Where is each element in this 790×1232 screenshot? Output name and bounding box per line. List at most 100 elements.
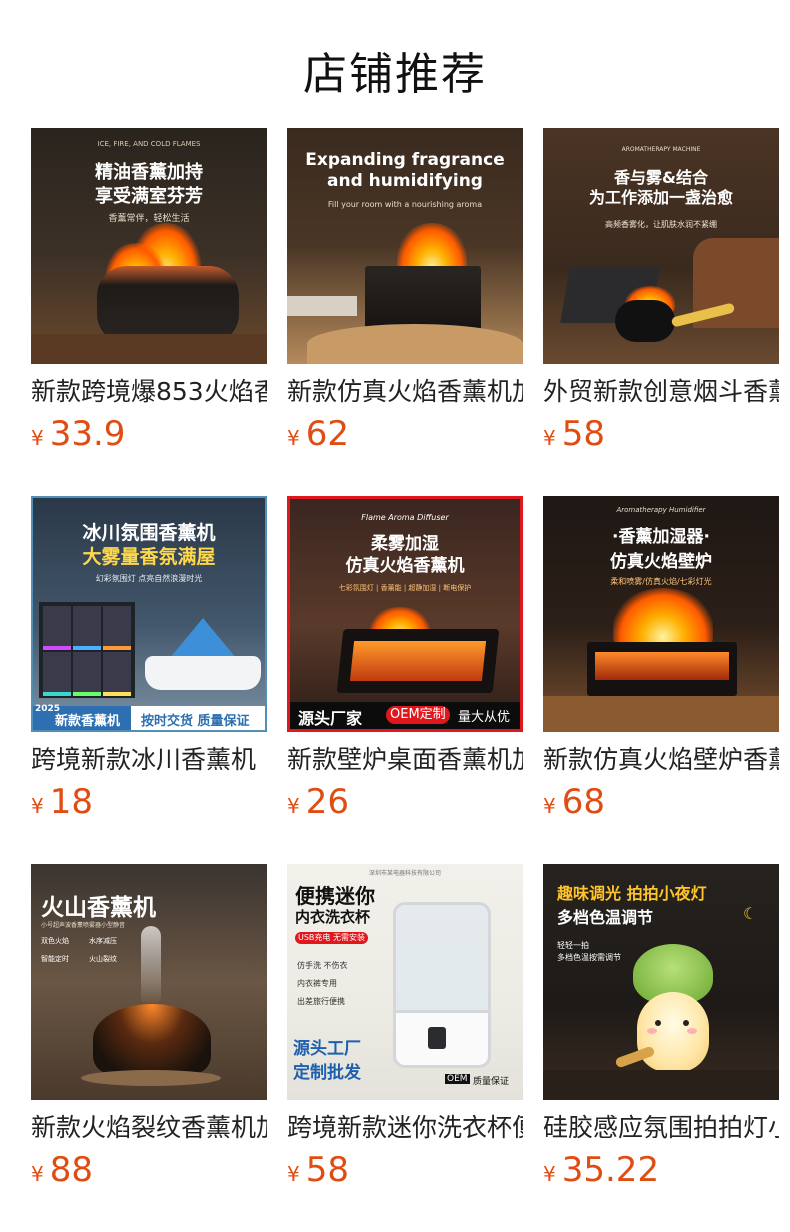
- color-variants-grid: [39, 602, 135, 698]
- oem-badge: OEM: [445, 1074, 470, 1084]
- product-card[interactable]: Aromatherapy Humidifier ·香薰加湿器· 仿真火焰壁炉 柔…: [543, 496, 779, 826]
- product-card[interactable]: 深圳市某电器科技有限公司 便携迷你 内衣洗衣杯 USB充电 无需安装 仿手洗 不…: [287, 864, 523, 1194]
- diffuser-device: [97, 266, 239, 344]
- product-card[interactable]: ICE, FIRE, AND COLD FLAMES 精油香薰加持 享受满室芬芳…: [31, 128, 267, 458]
- poster-headline-2: 仿真火焰香薰机: [345, 556, 465, 576]
- product-price: ¥18: [31, 784, 267, 826]
- product-image[interactable]: 火山香薰机 小号超声波香薰喷雾器小型静音 双色火焰 水序减压 智能定时 火山裂纹: [31, 864, 267, 1100]
- poster-headline: Expanding fragrance: [305, 150, 505, 170]
- product-name[interactable]: 硅胶感应氛围拍拍灯小夜灯: [543, 1112, 779, 1144]
- product-name[interactable]: 新款仿真火焰香薰机加湿器: [287, 376, 523, 408]
- product-price: ¥88: [31, 1152, 267, 1194]
- currency-symbol: ¥: [543, 426, 556, 450]
- product-card[interactable]: 趣味调光 拍拍小夜灯 多档色温调节 ☾ 轻轻一拍 多档色温按需调节 硅胶感应氛围…: [543, 864, 779, 1194]
- quality-badge: 质量保证: [473, 1077, 510, 1087]
- poster-kicker: ICE, FIRE, AND COLD FLAMES: [97, 140, 201, 148]
- product-image[interactable]: Expanding fragrance and humidifying Fill…: [287, 128, 523, 364]
- price-value: 58: [305, 1150, 349, 1190]
- poster-subtitle: 香薰常伴，轻松生活: [108, 214, 190, 224]
- price-value: 62: [305, 414, 349, 454]
- product-card[interactable]: 冰川氛围香薰机 大雾量香氛满屋 幻彩氛围灯 点亮自然浪漫时光 2025 新款香薰…: [31, 496, 267, 826]
- currency-symbol: ¥: [31, 794, 44, 818]
- poster-headline-2: 内衣洗衣杯: [295, 908, 371, 926]
- product-image[interactable]: ICE, FIRE, AND COLD FLAMES 精油香薰加持 享受满室芬芳…: [31, 128, 267, 364]
- diffuser-device: [145, 656, 261, 690]
- washer-device: [393, 902, 491, 1068]
- poster-subtitle-2: 多档色温按需调节: [557, 953, 621, 962]
- feature-2: 水序减压: [89, 937, 117, 945]
- price-value: 33.9: [49, 414, 126, 454]
- price-value: 58: [561, 414, 605, 454]
- poster-headline-2: and humidifying: [327, 171, 483, 191]
- product-name[interactable]: 新款壁炉桌面香薰机加湿器: [287, 744, 523, 776]
- bullet-3: 出差旅行便携: [297, 997, 345, 1006]
- product-name[interactable]: 新款火焰裂纹香薰机加湿器: [31, 1112, 267, 1144]
- product-name[interactable]: 新款仿真火焰壁炉香薰机: [543, 744, 779, 776]
- price-value: 18: [49, 782, 93, 822]
- poster-subtitle: Fill your room with a nourishing aroma: [327, 200, 483, 209]
- moon-icon: ☾: [743, 904, 758, 923]
- product-image[interactable]: AROMATHERAPY MACHINE 香与雾&结合 为工作添加一盏治愈 高频…: [543, 128, 779, 364]
- poster-kicker: AROMATHERAPY MACHINE: [621, 146, 701, 153]
- poster-headline: 便携迷你: [295, 884, 375, 908]
- product-image[interactable]: 深圳市某电器科技有限公司 便携迷你 内衣洗衣杯 USB充电 无需安装 仿手洗 不…: [287, 864, 523, 1100]
- poster-kicker: Flame Aroma Diffuser: [361, 513, 449, 522]
- price-value: 35.22: [561, 1150, 660, 1190]
- product-image[interactable]: 趣味调光 拍拍小夜灯 多档色温调节 ☾ 轻轻一拍 多档色温按需调节: [543, 864, 779, 1100]
- product-card[interactable]: 火山香薰机 小号超声波香薰喷雾器小型静音 双色火焰 水序减压 智能定时 火山裂纹…: [31, 864, 267, 1194]
- poster-subtitle: 高频香雾化，让肌肤水润不紧绷: [605, 220, 717, 229]
- poster-headline-2: 大雾量香氛满屋: [82, 546, 216, 568]
- custom-tag: 定制批发: [293, 1063, 361, 1083]
- product-price: ¥58: [287, 1152, 523, 1194]
- poster-headline: ·香薰加湿器·: [612, 527, 710, 547]
- poster-kicker: Aromatherapy Humidifier: [616, 506, 706, 514]
- product-price: ¥68: [543, 784, 779, 826]
- poster-headline-2: 多档色温调节: [557, 908, 654, 927]
- currency-symbol: ¥: [543, 1162, 556, 1186]
- promo-tag-2: 按时交货 质量保证: [141, 714, 250, 729]
- product-price: ¥62: [287, 416, 523, 458]
- feature-1: 双色火焰: [41, 937, 69, 945]
- feature-3: 智能定时: [41, 955, 69, 963]
- promo-tag: 新款香薰机: [55, 714, 121, 729]
- poster-headline-2: 为工作添加一盏治愈: [588, 188, 733, 207]
- poster-headline: 精油香薰加持: [95, 162, 203, 183]
- promo-tag: 源头厂家: [298, 709, 363, 728]
- poster-subtitle: 七彩氛围灯 | 香薰能 | 超静加湿 | 断电保护: [338, 584, 472, 592]
- currency-symbol: ¥: [287, 794, 300, 818]
- currency-symbol: ¥: [287, 1162, 300, 1186]
- product-name[interactable]: 跨境新款迷你洗衣杯便携: [287, 1112, 523, 1144]
- currency-symbol: ¥: [31, 1162, 44, 1186]
- bullet-2: 内衣裤专用: [297, 979, 337, 988]
- currency-symbol: ¥: [287, 426, 300, 450]
- product-image[interactable]: 冰川氛围香薰机 大雾量香氛满屋 幻彩氛围灯 点亮自然浪漫时光 2025 新款香薰…: [31, 496, 267, 732]
- price-value: 88: [49, 1150, 93, 1190]
- poster-subtitle: 轻轻一拍: [557, 941, 589, 950]
- currency-symbol: ¥: [543, 794, 556, 818]
- poster-subtitle: 幻彩氛围灯 点亮自然浪漫时光: [95, 574, 203, 583]
- poster-headline: 趣味调光 拍拍小夜灯: [557, 884, 707, 903]
- product-card[interactable]: Expanding fragrance and humidifying Fill…: [287, 128, 523, 458]
- product-image[interactable]: Flame Aroma Diffuser 柔雾加湿 仿真火焰香薰机 七彩氛围灯 …: [287, 496, 523, 732]
- product-price: ¥58: [543, 416, 779, 458]
- product-name[interactable]: 跨境新款冰川香薰机: [31, 744, 267, 776]
- feature-badge: USB充电 无需安装: [295, 932, 368, 944]
- bullet-1: 仿手洗 不伤衣: [297, 961, 348, 970]
- poster-kicker: 深圳市某电器科技有限公司: [368, 870, 441, 877]
- diffuser-device: [336, 629, 500, 693]
- price-value: 68: [561, 782, 605, 822]
- section-title: 店铺推荐: [303, 49, 487, 100]
- diffuser-device: [615, 300, 675, 342]
- factory-tag: 源头工厂: [293, 1039, 361, 1059]
- currency-symbol: ¥: [31, 426, 44, 450]
- product-card[interactable]: Flame Aroma Diffuser 柔雾加湿 仿真火焰香薰机 七彩氛围灯 …: [287, 496, 523, 826]
- product-name[interactable]: 新款跨境爆853火焰香薰机: [31, 376, 267, 408]
- promo-tag-2: OEM定制: [386, 706, 450, 724]
- product-image[interactable]: Aromatherapy Humidifier ·香薰加湿器· 仿真火焰壁炉 柔…: [543, 496, 779, 732]
- product-card[interactable]: AROMATHERAPY MACHINE 香与雾&结合 为工作添加一盏治愈 高频…: [543, 128, 779, 458]
- poster-headline-2: 仿真火焰壁炉: [610, 552, 712, 572]
- night-light-body: [637, 992, 709, 1072]
- product-price: ¥33.9: [31, 416, 267, 458]
- product-name[interactable]: 外贸新款创意烟斗香薰机: [543, 376, 779, 408]
- product-price: ¥35.22: [543, 1152, 779, 1194]
